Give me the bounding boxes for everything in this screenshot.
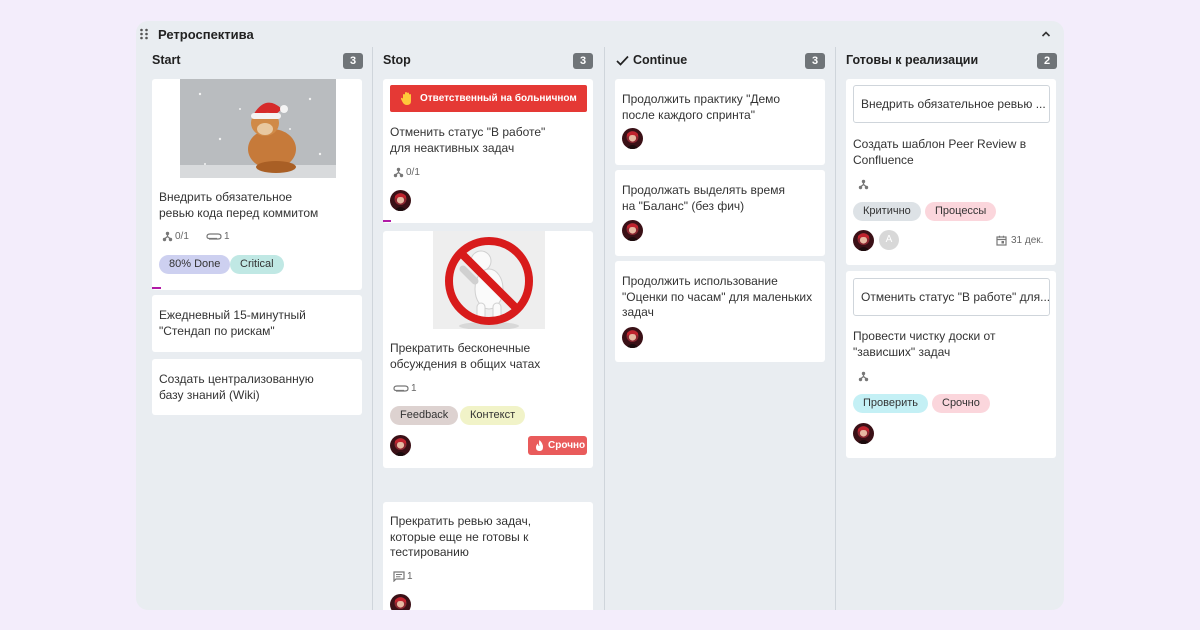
- alert-text: Ответственный на больничном: [420, 93, 577, 104]
- card-title: Продолжить практику "Демо после каждого …: [622, 92, 781, 122]
- subtasks-meta: 0/1: [162, 231, 189, 242]
- subtask-card[interactable]: Внедрить обязательное ревью ...: [853, 85, 1050, 123]
- calendar-icon: [996, 235, 1007, 246]
- due-date: 31 дек.: [996, 235, 1043, 246]
- urgent-badge: Срочно: [528, 436, 587, 455]
- fire-icon: [536, 440, 543, 451]
- card[interactable]: Внедрить обязательное ревью кода перед к…: [152, 79, 362, 290]
- due-date-label: 31 дек.: [1011, 235, 1044, 246]
- attachments-meta: 1: [206, 231, 230, 242]
- alert-banner: Ответственный на больничном: [390, 85, 587, 112]
- card-cover-cat-image: [180, 79, 336, 178]
- card-title: Провести чистку доски от "зависших" зада…: [853, 329, 996, 359]
- avatar[interactable]: [622, 220, 643, 241]
- card-title: Создать шаблон Peer Review в Confluence: [853, 137, 1027, 167]
- card-title: Создать централизованную базу знаний (Wi…: [159, 372, 314, 402]
- check-icon: [616, 55, 629, 66]
- hand-icon: [400, 92, 411, 105]
- column-ready: Готовы к реализации 2 Внедрить обязатель…: [836, 47, 1064, 610]
- attachments-count: 1: [411, 383, 417, 394]
- subtasks-icon: [162, 231, 173, 242]
- card[interactable]: Ежедневный 15-минутный "Стендап по риска…: [152, 295, 362, 352]
- avatar[interactable]: [622, 327, 643, 348]
- paperclip-icon: [206, 233, 222, 240]
- card-cover-stop-image: [433, 231, 545, 329]
- column-title: Continue: [616, 53, 687, 67]
- card[interactable]: Внедрить обязательное ревью ... Создать …: [846, 79, 1056, 265]
- column-header: Готовы к реализации 2: [836, 47, 1064, 71]
- comments-count: 1: [407, 571, 413, 582]
- drag-handle-icon[interactable]: [139, 28, 149, 40]
- card[interactable]: Ответственный на больничном Отменить ста…: [383, 79, 593, 223]
- column-title: Start: [152, 53, 181, 67]
- subtasks-icon: [858, 179, 869, 190]
- tag-80-done[interactable]: 80% Done: [159, 255, 231, 274]
- avatar[interactable]: [853, 230, 874, 251]
- subtasks-count: 0/1: [406, 167, 420, 178]
- column-header: Continue 3: [605, 47, 835, 71]
- card[interactable]: Продолжить использование "Оценки по часа…: [615, 261, 825, 362]
- paperclip-icon: [393, 385, 409, 392]
- column-header: Stop 3: [373, 47, 604, 71]
- comments-meta: 1: [393, 571, 413, 582]
- tag-processy[interactable]: Процессы: [925, 202, 997, 221]
- column-title: Stop: [383, 53, 411, 67]
- card-title: Отменить статус "В работе" для неактивны…: [390, 125, 546, 155]
- column-continue: Continue 3 Продолжить практику "Демо пос…: [605, 47, 835, 610]
- tag-feedback[interactable]: Feedback: [390, 406, 459, 425]
- board-title: Ретроспектива: [158, 27, 254, 42]
- column-count-badge: 2: [1037, 53, 1057, 69]
- column-count-badge: 3: [805, 53, 825, 69]
- card-title: Продолжать выделять время на "Баланс" (б…: [622, 183, 785, 213]
- board-header: Ретроспектива: [136, 21, 1064, 47]
- avatar[interactable]: [390, 435, 411, 456]
- subtasks-meta: 0/1: [393, 167, 420, 178]
- tag-kritichno[interactable]: Критично: [853, 202, 921, 221]
- column-header: Start 3: [136, 47, 372, 71]
- card[interactable]: Создать централизованную базу знаний (Wi…: [152, 359, 362, 415]
- chevron-up-icon[interactable]: [1040, 28, 1052, 40]
- tag-srochno[interactable]: Срочно: [932, 394, 990, 413]
- avatar[interactable]: [622, 128, 643, 149]
- card[interactable]: Отменить статус "В работе" для... Провес…: [846, 271, 1056, 458]
- card-title: Прекратить ревью задач, которые еще не г…: [390, 514, 532, 559]
- card[interactable]: Продолжать выделять время на "Баланс" (б…: [615, 170, 825, 256]
- column-start: Start 3 Внедрить обязательное ревью кода…: [136, 47, 372, 610]
- card-title: Внедрить обязательное ревью кода перед к…: [159, 190, 319, 220]
- progress-indicator: [152, 287, 161, 289]
- column-title: Готовы к реализации: [846, 53, 979, 67]
- attachments-count: 1: [224, 231, 230, 242]
- urgent-badge-label: Срочно: [548, 440, 586, 451]
- card-title: Прекратить бесконечные обсуждения в общи…: [390, 341, 541, 371]
- tag-critical[interactable]: Critical: [230, 255, 284, 274]
- subtasks-count: 0/1: [175, 231, 189, 242]
- column-stop: Stop 3 Ответственный на больничном Отмен…: [373, 47, 604, 610]
- column-count-badge: 3: [573, 53, 593, 69]
- card-title: Продолжить использование "Оценки по часа…: [622, 274, 813, 319]
- card[interactable]: Прекратить бесконечные обсуждения в общи…: [383, 231, 593, 468]
- subtasks-icon: [858, 371, 869, 382]
- avatar-placeholder[interactable]: A: [879, 230, 899, 250]
- column-title-label: Continue: [633, 53, 688, 67]
- comment-icon: [393, 571, 405, 582]
- attachments-meta: 1: [393, 383, 417, 394]
- tag-kontekst[interactable]: Контекст: [460, 406, 526, 425]
- subtask-card[interactable]: Отменить статус "В работе" для...: [853, 278, 1050, 316]
- card[interactable]: Продолжить практику "Демо после каждого …: [615, 79, 825, 165]
- subtasks-icon: [393, 167, 404, 178]
- avatar[interactable]: [853, 423, 874, 444]
- progress-indicator: [383, 220, 391, 222]
- avatar[interactable]: [390, 594, 411, 610]
- card[interactable]: Прекратить ревью задач, которые еще не г…: [383, 502, 593, 610]
- tag-proverit[interactable]: Проверить: [853, 394, 929, 413]
- card-title: Ежедневный 15-минутный "Стендап по риска…: [159, 308, 306, 338]
- retrospective-board: Ретроспектива Start 3 Внедрить обязатель…: [136, 21, 1064, 610]
- column-count-badge: 3: [343, 53, 363, 69]
- avatar[interactable]: [390, 190, 411, 211]
